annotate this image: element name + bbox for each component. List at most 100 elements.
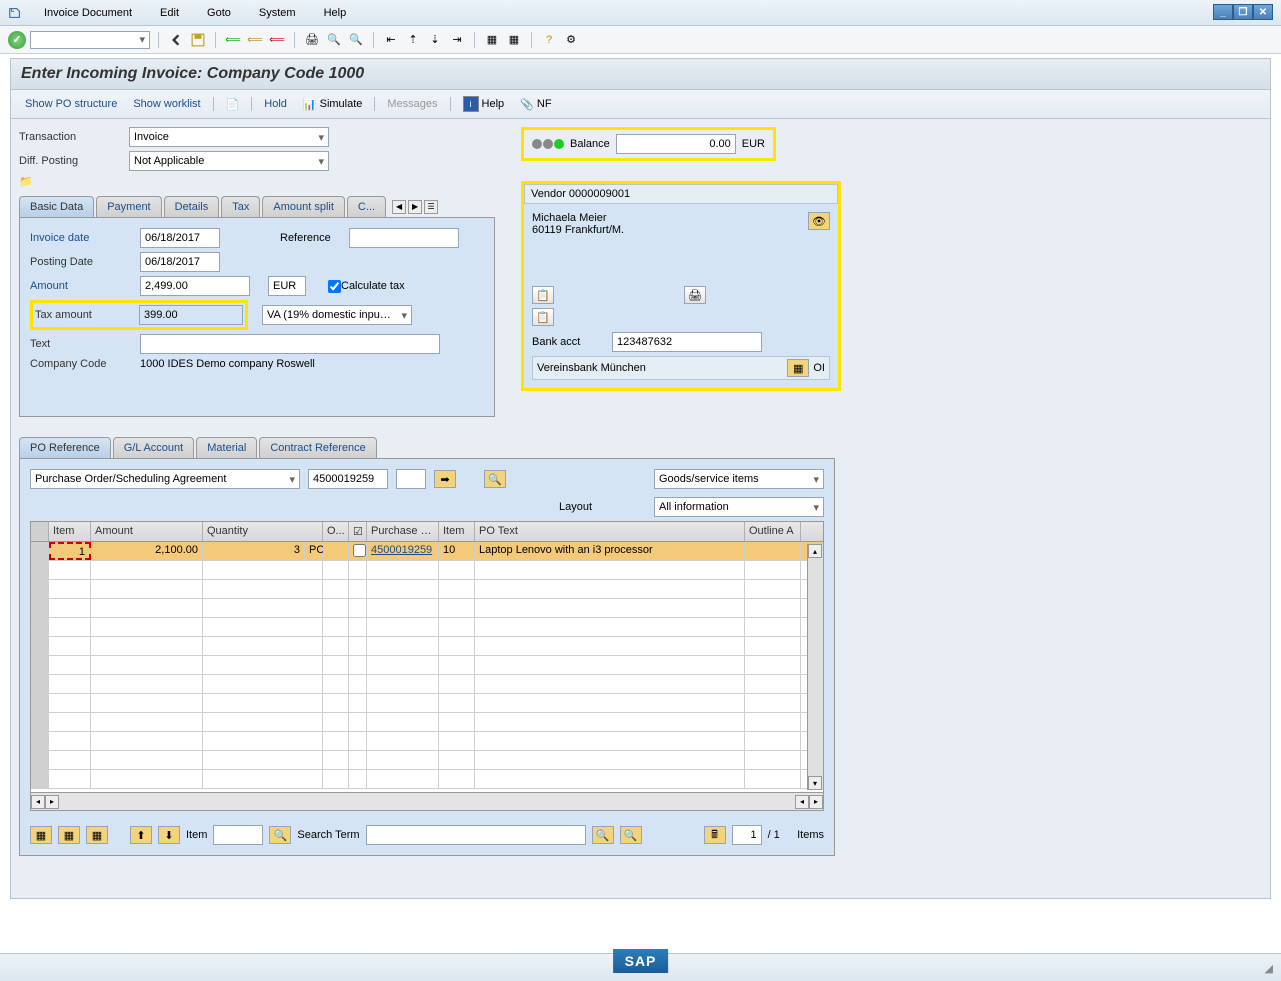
enter-button[interactable]: ✓: [8, 31, 26, 49]
nav-cancel-icon[interactable]: ⟸: [268, 31, 286, 49]
menu-system[interactable]: System: [245, 7, 310, 19]
po-number-field[interactable]: [308, 469, 388, 489]
customize-icon[interactable]: ⚙: [562, 31, 580, 49]
grid-vertical-scrollbar[interactable]: ▴ ▾: [807, 544, 823, 790]
vendor-icon-1[interactable]: 📋: [532, 286, 554, 304]
table-row[interactable]: [31, 580, 823, 599]
window-maximize[interactable]: ❐: [1233, 4, 1253, 20]
text-field[interactable]: [140, 334, 440, 354]
resize-handle-icon[interactable]: ◢: [1265, 962, 1273, 975]
grid-col-check[interactable]: ☑: [349, 522, 367, 541]
tab-payment[interactable]: Payment: [96, 196, 161, 217]
table-row[interactable]: 1 2,100.00 3 PC 4500019259 10 Laptop Len…: [31, 542, 823, 561]
grid-col-outline[interactable]: Outline A: [745, 522, 801, 541]
tab-contract-reference[interactable]: Contract Reference: [259, 437, 376, 458]
po-more-button[interactable]: 🔍: [484, 470, 506, 488]
nf-button[interactable]: 📎NF: [514, 96, 557, 113]
grid-col-quantity[interactable]: Quantity: [203, 522, 323, 541]
po-item-field[interactable]: [396, 469, 426, 489]
grid-horizontal-scrollbar[interactable]: ◂ ▸ ◂ ▸: [31, 792, 823, 810]
bank-detail-button[interactable]: ▦: [787, 359, 809, 377]
other-document-icon[interactable]: 📄: [220, 96, 246, 113]
table-row[interactable]: [31, 637, 823, 656]
create-session-icon[interactable]: ▦: [483, 31, 501, 49]
find-next-icon[interactable]: 🔍: [347, 31, 365, 49]
po-execute-button[interactable]: ➡: [434, 470, 456, 488]
command-field[interactable]: [30, 31, 150, 49]
last-page-icon[interactable]: ⇥: [448, 31, 466, 49]
po-ref-type-select[interactable]: Purchase Order/Scheduling Agreement: [30, 469, 300, 489]
calculate-tax-checkbox[interactable]: [328, 280, 341, 293]
tab-tax[interactable]: Tax: [221, 196, 260, 217]
footer-find-next-icon[interactable]: 🔍: [620, 826, 642, 844]
vendor-display-button[interactable]: 👁: [808, 212, 830, 230]
currency-field[interactable]: [268, 276, 306, 296]
prev-page-icon[interactable]: ⇡: [404, 31, 422, 49]
footer-calc-icon[interactable]: 🖩: [704, 826, 726, 844]
grid-col-text[interactable]: PO Text: [475, 522, 745, 541]
tab-material[interactable]: Material: [196, 437, 257, 458]
bank-acct-field[interactable]: [612, 332, 762, 352]
window-minimize[interactable]: _: [1213, 4, 1233, 20]
table-row[interactable]: [31, 599, 823, 618]
footer-search-icon[interactable]: 🔍: [269, 826, 291, 844]
help-icon[interactable]: ?: [540, 31, 558, 49]
grid-col-amount[interactable]: Amount: [91, 522, 203, 541]
nav-exit-icon[interactable]: ⟸: [246, 31, 264, 49]
oi-label[interactable]: OI: [813, 362, 825, 374]
tax-code-select[interactable]: VA (19% domestic inpu…: [262, 305, 412, 325]
table-row[interactable]: [31, 713, 823, 732]
footer-find-icon[interactable]: 🔍: [592, 826, 614, 844]
table-row[interactable]: [31, 656, 823, 675]
grid-col-po[interactable]: Purchase …: [367, 522, 439, 541]
posting-date-field[interactable]: [140, 252, 220, 272]
save-icon[interactable]: [189, 31, 207, 49]
table-row[interactable]: [31, 694, 823, 713]
show-po-structure[interactable]: Show PO structure: [19, 98, 123, 110]
footer-sort-asc-icon[interactable]: ⬆: [130, 826, 152, 844]
grid-col-item[interactable]: Item: [49, 522, 91, 541]
diff-posting-select[interactable]: Not Applicable: [129, 151, 329, 171]
page-field[interactable]: [732, 825, 762, 845]
invoice-date-field[interactable]: [140, 228, 220, 248]
row-checkbox[interactable]: [353, 544, 366, 557]
tree-toggle-icon[interactable]: 📁: [19, 176, 33, 188]
nav-back-icon[interactable]: ⟸: [224, 31, 242, 49]
tab-scroll-left[interactable]: ◀: [392, 200, 406, 214]
table-row[interactable]: [31, 770, 823, 789]
footer-icon-3[interactable]: ▦: [86, 826, 108, 844]
footer-sort-desc-icon[interactable]: ⬇: [158, 826, 180, 844]
grid-col-uom[interactable]: O...: [323, 522, 349, 541]
item-nav-field[interactable]: [213, 825, 263, 845]
footer-icon-2[interactable]: ▦: [58, 826, 80, 844]
grid-col-po-item[interactable]: Item: [439, 522, 475, 541]
first-page-icon[interactable]: ⇤: [382, 31, 400, 49]
hold-button[interactable]: Hold: [258, 98, 293, 110]
tab-list[interactable]: ☰: [424, 200, 438, 214]
layout-select[interactable]: All information: [654, 497, 824, 517]
table-row[interactable]: [31, 751, 823, 770]
vendor-icon-2[interactable]: 📋: [532, 308, 554, 326]
menu-invoice-document[interactable]: Invoice Document: [30, 7, 146, 19]
tab-scroll-right[interactable]: ▶: [408, 200, 422, 214]
tab-amount-split[interactable]: Amount split: [262, 196, 345, 217]
table-row[interactable]: [31, 732, 823, 751]
simulate-button[interactable]: 📊Simulate: [297, 96, 369, 113]
tab-details[interactable]: Details: [164, 196, 220, 217]
transaction-select[interactable]: Invoice: [129, 127, 329, 147]
find-icon[interactable]: 🔍: [325, 31, 343, 49]
table-row[interactable]: [31, 675, 823, 694]
print-icon[interactable]: 🖨: [303, 31, 321, 49]
item-type-select[interactable]: Goods/service items: [654, 469, 824, 489]
tax-amount-field[interactable]: [139, 305, 243, 325]
table-row[interactable]: [31, 618, 823, 637]
footer-icon-1[interactable]: ▦: [30, 826, 52, 844]
table-row[interactable]: [31, 561, 823, 580]
menu-goto[interactable]: Goto: [193, 7, 245, 19]
generate-shortcut-icon[interactable]: ▦: [505, 31, 523, 49]
window-close[interactable]: ✕: [1253, 4, 1273, 20]
show-worklist[interactable]: Show worklist: [127, 98, 206, 110]
amount-field[interactable]: [140, 276, 250, 296]
tab-gl-account[interactable]: G/L Account: [113, 437, 195, 458]
menu-edit[interactable]: Edit: [146, 7, 193, 19]
